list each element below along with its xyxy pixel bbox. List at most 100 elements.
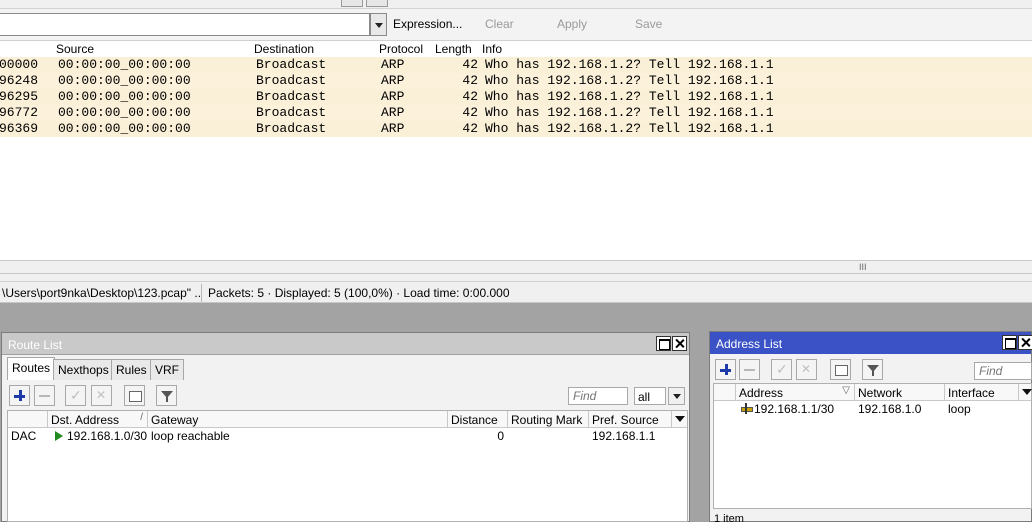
packet-protocol: ARP <box>381 121 405 136</box>
disable-icon[interactable] <box>91 385 112 406</box>
packet-protocol: ARP <box>381 57 405 72</box>
tab-rules[interactable]: Rules <box>111 359 152 380</box>
packet-info: Who has 192.168.1.2? Tell 192.168.1.1 <box>485 121 774 136</box>
remove-icon[interactable] <box>739 359 760 380</box>
packet-list-header: Source Destination Protocol Length Info <box>0 41 1032 57</box>
packet-source: 00:00:00_00:00:00 <box>58 121 191 136</box>
pane-splitter[interactable]: III <box>0 260 1032 274</box>
find-input[interactable] <box>974 362 1032 380</box>
tab-nexthops[interactable]: Nexthops <box>53 359 114 380</box>
addresses-table-header: Address ▽ Network Interface <box>714 384 1032 401</box>
address-value: 192.168.1.1/30 <box>738 401 855 417</box>
route-dst-address: 192.168.1.0/30 <box>52 428 148 444</box>
enable-icon[interactable] <box>771 359 792 380</box>
window-title: Route List <box>8 338 63 352</box>
disable-icon[interactable] <box>796 359 817 380</box>
comment-icon[interactable] <box>124 385 145 406</box>
packet-info: Who has 192.168.1.2? Tell 192.168.1.1 <box>485 105 774 120</box>
apply-button[interactable]: Apply <box>557 17 587 31</box>
packet-destination: Broadcast <box>256 89 327 104</box>
save-button[interactable]: Save <box>635 17 662 31</box>
filter-history-dropdown[interactable] <box>370 13 387 36</box>
route-pref-source: 192.168.1.1 <box>592 429 656 443</box>
maximize-icon[interactable] <box>1002 335 1017 350</box>
toolbar-button[interactable] <box>366 0 388 7</box>
column-header-interface[interactable]: Interface <box>945 384 1019 400</box>
column-header-address[interactable]: Address ▽ <box>736 384 855 400</box>
column-header-routing-mark[interactable]: Routing Mark <box>508 411 589 427</box>
ip-address-icon <box>741 403 753 414</box>
column-header-info[interactable]: Info <box>482 42 502 56</box>
column-header-gateway[interactable]: Gateway <box>148 411 448 427</box>
status-file-path: \Users\port9nka\Desktop\123.pcap" ... <box>2 284 202 302</box>
expression-button[interactable]: Expression... <box>393 17 462 31</box>
add-icon[interactable] <box>9 385 30 406</box>
packet-info: Who has 192.168.1.2? Tell 192.168.1.1 <box>485 57 774 72</box>
tab-vrf[interactable]: VRF <box>150 359 184 380</box>
status-packet-stats: Packets: 5 · Displayed: 5 (100,0%) · Loa… <box>208 286 510 300</box>
address-list-titlebar[interactable]: Address List <box>710 332 1032 354</box>
packet-row[interactable]: 96772 00:00:00_00:00:00 Broadcast ARP 42… <box>0 105 1032 121</box>
packet-protocol: ARP <box>381 89 405 104</box>
comment-icon[interactable] <box>830 359 851 380</box>
pane-gap <box>0 274 1032 281</box>
packet-info: Who has 192.168.1.2? Tell 192.168.1.1 <box>485 89 774 104</box>
packet-row[interactable]: 96248 00:00:00_00:00:00 Broadcast ARP 42… <box>0 73 1032 89</box>
route-list-window: Route List Routes Nexthops Rules VRF all… <box>1 332 690 522</box>
column-header-source[interactable]: Source <box>56 42 94 56</box>
route-list-titlebar[interactable]: Route List <box>2 333 689 355</box>
routes-table: Dst. Address / Gateway Distance Routing M… <box>7 410 688 522</box>
packet-time: 96772 <box>0 105 39 120</box>
packet-destination: Broadcast <box>256 73 327 88</box>
close-icon[interactable] <box>672 336 687 351</box>
packet-length: 42 <box>462 121 478 136</box>
route-active-icon <box>55 431 63 441</box>
column-header-dst-address[interactable]: Dst. Address / <box>48 411 148 427</box>
chevron-down-icon[interactable] <box>668 387 685 405</box>
column-header-flags[interactable] <box>8 411 48 427</box>
column-menu-icon[interactable] <box>1019 384 1032 400</box>
packet-protocol: ARP <box>381 73 405 88</box>
column-header-network[interactable]: Network <box>855 384 945 400</box>
packet-row[interactable]: 96369 00:00:00_00:00:00 Broadcast ARP 42… <box>0 121 1032 137</box>
sort-icon: / <box>140 412 143 423</box>
column-header-distance[interactable]: Distance <box>448 411 508 427</box>
filter-icon[interactable] <box>156 385 177 406</box>
packet-source: 00:00:00_00:00:00 <box>58 73 191 88</box>
clear-button[interactable]: Clear <box>485 17 514 31</box>
maximize-icon[interactable] <box>656 336 671 351</box>
packet-length: 42 <box>462 57 478 72</box>
toolbar-strip <box>0 0 1032 9</box>
display-filter-input[interactable] <box>0 13 370 36</box>
column-header-pref-source[interactable]: Pref. Source <box>589 411 672 427</box>
addresses-table: Address ▽ Network Interface 192.168.1.1/3… <box>713 383 1032 509</box>
table-row[interactable]: 192.168.1.1/30 192.168.1.0 loop <box>714 401 1031 417</box>
packet-time: 96295 <box>0 89 39 104</box>
remove-icon[interactable] <box>34 385 55 406</box>
route-filter-select[interactable]: all <box>634 387 666 405</box>
packet-list: 00000 00:00:00_00:00:00 Broadcast ARP 42… <box>0 57 1032 257</box>
packet-time: 00000 <box>0 57 39 72</box>
column-header-destination[interactable]: Destination <box>254 42 314 56</box>
close-icon[interactable] <box>1018 335 1032 350</box>
filter-icon[interactable] <box>862 359 883 380</box>
enable-icon[interactable] <box>65 385 86 406</box>
display-filter-bar: Expression... Clear Apply Save <box>0 9 1032 41</box>
address-list-window: Address List Address▽ Network Interface … <box>709 331 1032 522</box>
column-header-length[interactable]: Length <box>435 42 472 56</box>
route-distance: 0 <box>497 429 504 443</box>
packet-source: 00:00:00_00:00:00 <box>58 89 191 104</box>
column-header-protocol[interactable]: Protocol <box>379 42 423 56</box>
column-header-flags[interactable] <box>714 384 736 400</box>
splitter-grip-icon: III <box>859 262 867 272</box>
column-menu-icon[interactable] <box>672 411 686 427</box>
find-input[interactable] <box>568 387 628 405</box>
packet-length: 42 <box>462 105 478 120</box>
add-icon[interactable] <box>715 359 736 380</box>
packet-row[interactable]: 96295 00:00:00_00:00:00 Broadcast ARP 42… <box>0 89 1032 105</box>
table-row[interactable]: DAC 192.168.1.0/30 loop reachable 0 192.… <box>8 428 687 444</box>
tab-routes[interactable]: Routes <box>7 357 56 380</box>
toolbar-button[interactable] <box>341 0 363 7</box>
packet-row[interactable]: 00000 00:00:00_00:00:00 Broadcast ARP 42… <box>0 57 1032 73</box>
item-count-status: 1 item <box>714 513 744 522</box>
